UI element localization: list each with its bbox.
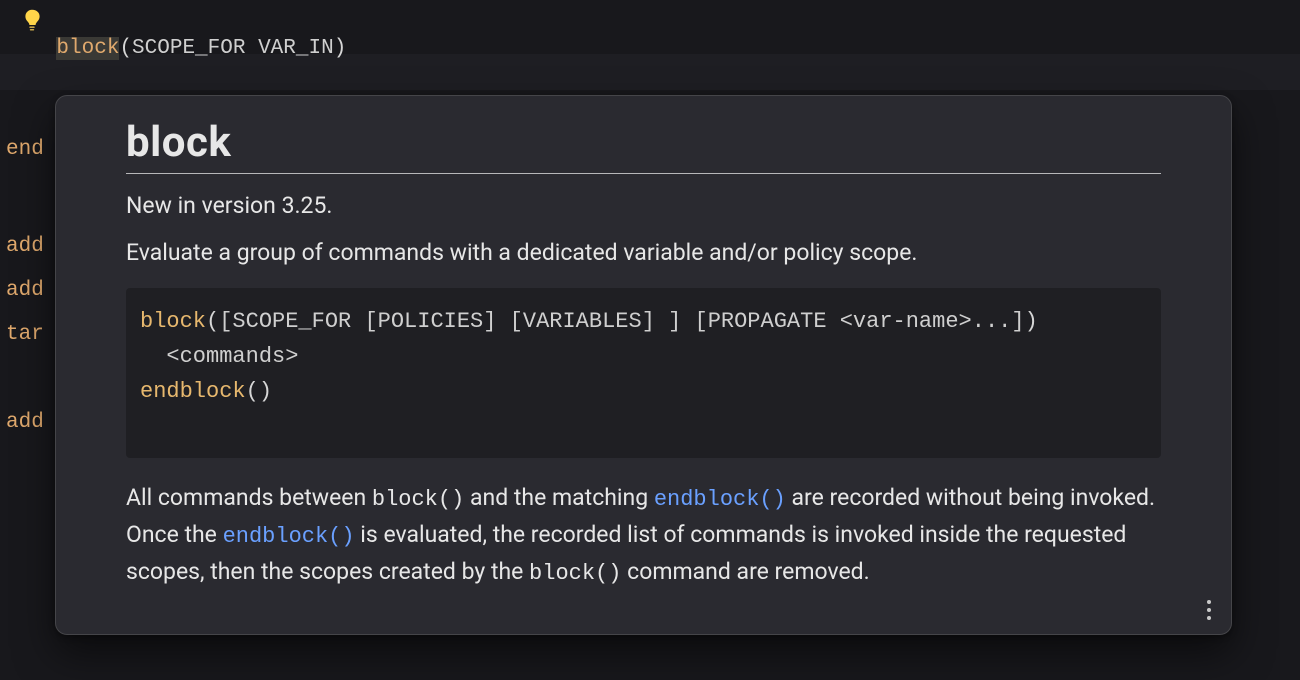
bg-code-line-4: tar — [6, 321, 44, 349]
doc-codeblock: block([SCOPE_FOR [POLICIES] [VARIABLES] … — [126, 288, 1161, 458]
cb-l3-func: endblock — [140, 379, 246, 404]
sig-func-token: block — [56, 37, 119, 60]
bg-code-line-3: add — [6, 277, 44, 305]
cb-l1-close: ) — [1025, 309, 1038, 334]
code-editor[interactable]: block(SCOPE_FOR VAR_IN) end add add tar … — [0, 0, 1300, 680]
more-vertical-icon[interactable] — [1199, 596, 1219, 624]
doc-title-rule — [126, 173, 1161, 174]
sig-arg-1: SCOPE_FOR — [132, 37, 245, 60]
cb-l2: <commands> — [140, 344, 298, 369]
doc-body-code-2: block() — [529, 561, 621, 586]
sig-close-paren: ) — [334, 37, 347, 60]
bg-code-line-2: add — [6, 233, 44, 261]
signature-line[interactable]: block(SCOPE_FOR VAR_IN) — [6, 4, 346, 94]
doc-body: All commands between block() and the mat… — [126, 480, 1161, 591]
sig-arg-sep — [245, 37, 258, 60]
cb-l1-open: ( — [206, 309, 219, 334]
cb-l1-args: [SCOPE_FOR [POLICIES] [VARIABLES] ] [PRO… — [219, 309, 1024, 334]
sig-arg-2: VAR_IN — [258, 37, 334, 60]
doc-body-t1: All commands between — [126, 484, 372, 511]
doc-title: block — [126, 118, 1161, 167]
doc-body-t2: and the matching — [464, 484, 654, 511]
doc-body-link-1[interactable]: endblock() — [654, 487, 786, 512]
doc-body-code-1: block() — [372, 487, 464, 512]
bg-code-line-1: end — [6, 136, 44, 164]
doc-version-line: New in version 3.25. — [126, 192, 1161, 219]
doc-body-t5: command are removed. — [621, 558, 869, 585]
doc-summary: Evaluate a group of commands with a dedi… — [126, 239, 1161, 266]
hover-doc-popup[interactable]: block New in version 3.25. Evaluate a gr… — [55, 95, 1232, 635]
doc-body-link-2[interactable]: endblock() — [223, 524, 355, 549]
bg-code-line-5: add — [6, 409, 44, 437]
sig-open-paren: ( — [119, 37, 132, 60]
cb-l3-parens: () — [246, 379, 272, 404]
cb-l1-func: block — [140, 309, 206, 334]
